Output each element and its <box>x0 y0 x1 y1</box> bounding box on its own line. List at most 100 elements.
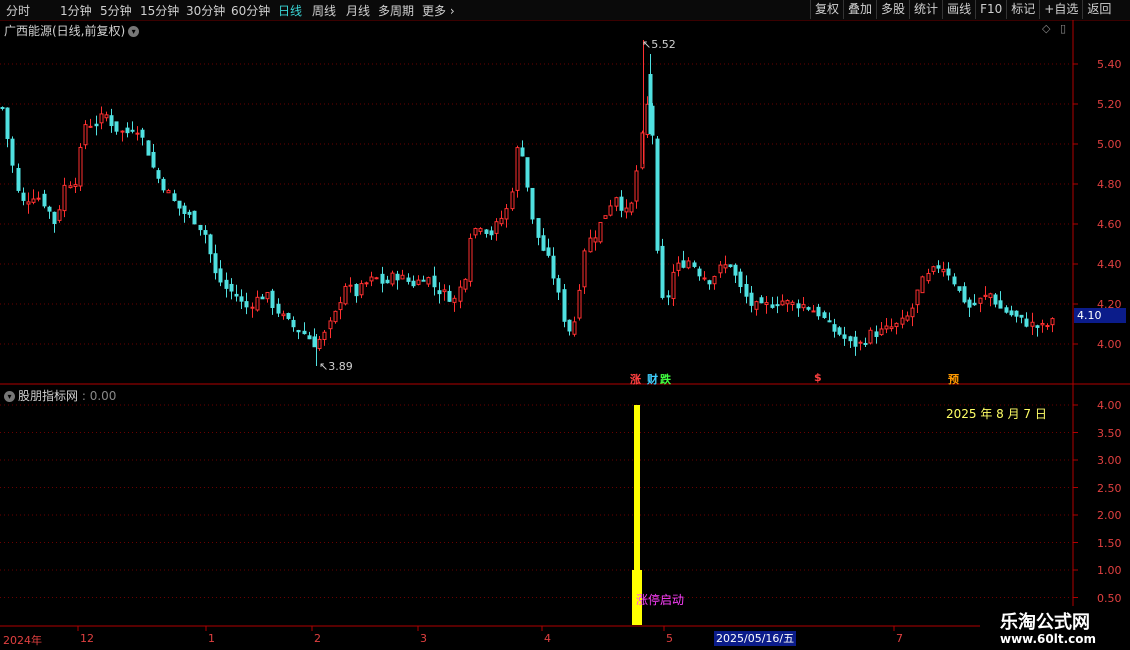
candlestick <box>614 197 619 207</box>
candlestick <box>68 185 73 189</box>
candlestick <box>707 280 712 285</box>
candlestick <box>432 275 437 288</box>
candlestick <box>478 228 483 232</box>
candlestick <box>312 336 317 348</box>
candlestick <box>291 319 296 328</box>
candlestick <box>229 283 234 292</box>
candlestick <box>458 286 463 302</box>
candlestick <box>941 268 946 273</box>
event-marker-finance[interactable]: 财 <box>647 371 658 387</box>
candlestick <box>842 334 847 339</box>
candlestick <box>686 260 691 269</box>
candlestick <box>785 300 790 305</box>
candlestick <box>21 192 26 201</box>
event-marker-forecast[interactable]: 预 <box>948 371 959 387</box>
x-axis-tick: 4 <box>544 632 551 645</box>
candlestick <box>177 200 182 209</box>
indicator-axis-tick: 1.50 <box>1097 537 1122 550</box>
price-axis-tick: 5.00 <box>1097 138 1122 151</box>
indicator-value: 0.00 <box>89 389 117 403</box>
x-axis-tick: 2 <box>314 632 321 645</box>
candlestick <box>5 107 10 139</box>
chevron-down-icon[interactable]: ▾ <box>4 391 15 402</box>
candlestick <box>1045 325 1050 328</box>
candlestick <box>130 129 135 132</box>
candlestick <box>905 315 910 321</box>
candlestick <box>16 167 21 191</box>
candlestick <box>822 312 827 318</box>
indicator-axis-tick: 2.00 <box>1097 509 1122 522</box>
price-axis-tick: 4.60 <box>1097 218 1122 231</box>
candlestick <box>874 331 879 337</box>
candlestick <box>796 303 801 309</box>
candlestick <box>380 273 385 284</box>
main-chart-title: 广西能源(日线,前复权) ▾ <box>4 22 140 39</box>
candlestick <box>900 317 905 325</box>
candlestick <box>463 278 468 290</box>
candlestick <box>52 211 57 224</box>
price-axis-tick: 4.00 <box>1097 338 1122 351</box>
date-annotation: 2025 年 8 月 7 日 <box>946 407 1047 421</box>
event-marker-dollar[interactable]: $ <box>814 371 822 384</box>
candlestick <box>437 290 442 295</box>
candlestick <box>946 268 951 276</box>
candlestick <box>1030 321 1035 327</box>
candlestick <box>816 306 821 317</box>
candlestick <box>936 265 941 269</box>
candlestick <box>926 272 931 282</box>
candlestick <box>848 336 853 342</box>
candlestick <box>894 322 899 328</box>
candlestick <box>224 279 229 289</box>
candlestick <box>473 228 478 236</box>
candlestick <box>733 264 738 276</box>
candlestick <box>187 211 192 215</box>
candlestick <box>629 202 634 213</box>
candlestick <box>728 264 733 268</box>
candlestick <box>99 113 104 124</box>
candlestick <box>239 296 244 302</box>
candlestick <box>551 255 556 279</box>
event-marker-rise[interactable]: 涨 <box>630 371 641 387</box>
candlestick <box>250 306 255 309</box>
price-axis-tick: 4.80 <box>1097 178 1122 191</box>
chart-canvas[interactable] <box>0 0 1130 650</box>
candlestick <box>203 230 208 235</box>
candlestick <box>572 321 577 335</box>
candlestick <box>322 331 327 340</box>
indicator-axis-tick: 4.00 <box>1097 399 1122 412</box>
event-marker-fall[interactable]: 跌 <box>660 371 671 387</box>
watermark-url: www.60lt.com <box>1000 632 1097 646</box>
candlestick <box>416 279 421 285</box>
candlestick <box>546 247 551 256</box>
candlestick <box>718 264 723 274</box>
candlestick <box>359 283 364 296</box>
candlestick <box>541 235 546 251</box>
panel-toggle-icon[interactable]: ▯ <box>1060 22 1066 35</box>
candlestick <box>182 205 187 214</box>
candlestick <box>265 291 270 300</box>
candlestick <box>588 237 593 253</box>
candlestick <box>374 277 379 280</box>
selected-date-label: 2025/05/16/五 <box>714 631 797 646</box>
candlestick <box>567 319 572 332</box>
arrow-icon: ↖ <box>642 38 652 51</box>
candlestick <box>328 320 333 330</box>
candlestick <box>88 125 93 128</box>
candlestick <box>577 289 582 319</box>
candlestick <box>489 230 494 236</box>
price-axis-tick: 5.40 <box>1097 58 1122 71</box>
chevron-down-icon[interactable]: ▾ <box>128 26 140 37</box>
candlestick <box>31 198 36 203</box>
diamond-icon[interactable]: ◇ <box>1042 22 1050 35</box>
arrow-icon: ↖ <box>319 360 329 373</box>
candlestick <box>244 301 249 308</box>
candlestick <box>385 279 390 284</box>
candlestick <box>83 124 88 146</box>
candlestick <box>608 205 613 216</box>
candlestick <box>151 151 156 168</box>
candlestick <box>770 304 775 308</box>
candlestick <box>648 74 653 134</box>
candlestick <box>889 326 894 330</box>
candlestick <box>62 184 67 212</box>
candlestick <box>499 217 504 225</box>
